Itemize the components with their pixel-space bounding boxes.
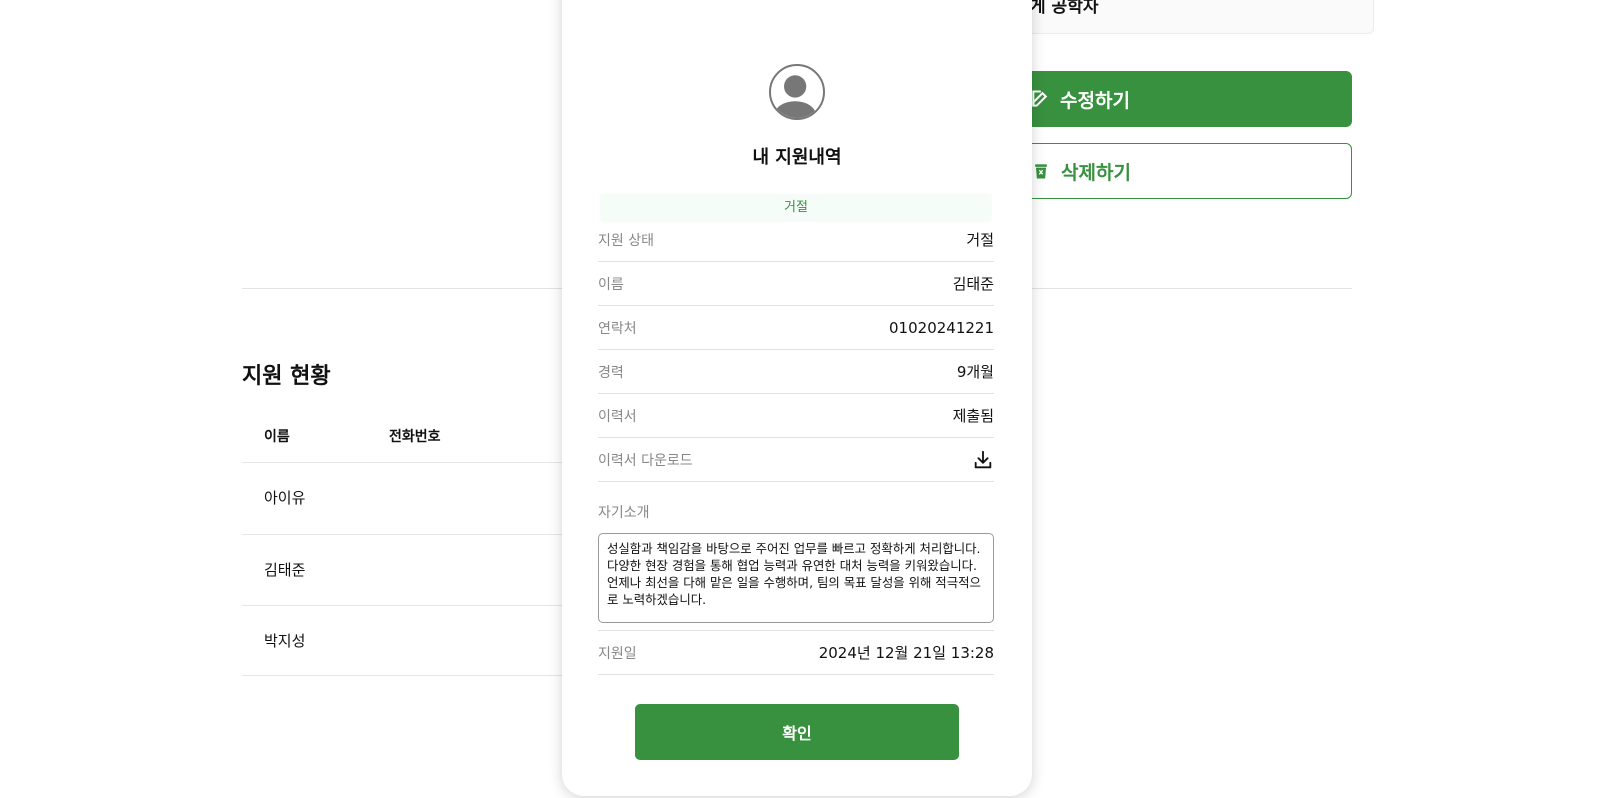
field-label: 지원일 [598,645,637,662]
field-label: 이름 [598,276,624,293]
table-cell-name: 김태준 [264,561,306,579]
edit-button[interactable]: 수정하기 [1000,71,1352,127]
field-label: 연락처 [598,320,637,337]
delete-button-label: 삭제하기 [1061,161,1131,184]
field-status: 지원 상태 거절 [598,218,994,262]
table-cell-name: 아이유 [264,489,306,507]
field-value: 9개월 [956,363,994,381]
table-row[interactable]: 박지성 [242,605,582,676]
table-bottom-border [242,675,582,676]
field-value: 2024년 12월 21일 13:28 [818,644,994,662]
field-career: 경력 9개월 [598,350,994,394]
field-phone: 연락처 01020241221 [598,306,994,350]
field-value: 제출됨 [952,407,994,425]
application-detail-modal: 내 지원내역 거절 지원 상태 거절 이름 김태준 연락처 0102024122… [562,0,1032,796]
column-header-name: 이름 [264,429,290,445]
column-header-phone: 전화번호 [389,429,441,445]
field-label: 지원 상태 [598,232,654,249]
table-row[interactable]: 아이유 [242,462,582,533]
section-title: 지원 현황 [242,364,331,389]
edit-button-label: 수정하기 [1060,89,1130,112]
field-name: 이름 김태준 [598,262,994,306]
modal-title: 내 지원내역 [752,147,842,168]
trash-icon [1035,164,1047,179]
edit-icon [1032,90,1048,107]
field-value: 거절 [966,231,994,249]
field-label: 경력 [598,364,624,381]
field-resume-download: 이력서 다운로드 [598,438,994,482]
field-value: 김태준 [952,275,994,293]
download-icon[interactable] [972,449,994,471]
delete-button[interactable]: 삭제하기 [1000,143,1352,199]
field-label: 이력서 [598,408,637,425]
field-resume: 이력서 제출됨 [598,394,994,438]
table-row[interactable]: 김태준 [242,534,582,605]
table-cell-name: 박지성 [264,632,306,650]
avatar [769,64,825,120]
field-value: 01020241221 [889,318,994,337]
field-label: 이력서 다운로드 [598,452,693,469]
intro-label: 자기소개 [598,505,650,521]
user-icon [774,75,816,118]
intro-textarea[interactable]: 성실함과 책임감을 바탕으로 주어진 업무를 빠르고 정확하게 처리합니다. 다… [598,533,994,623]
confirm-button[interactable]: 확인 [635,704,959,760]
info-text: 게 공학자 [1030,0,1099,17]
field-applied-date: 지원일 2024년 12월 21일 13:28 [598,631,994,675]
